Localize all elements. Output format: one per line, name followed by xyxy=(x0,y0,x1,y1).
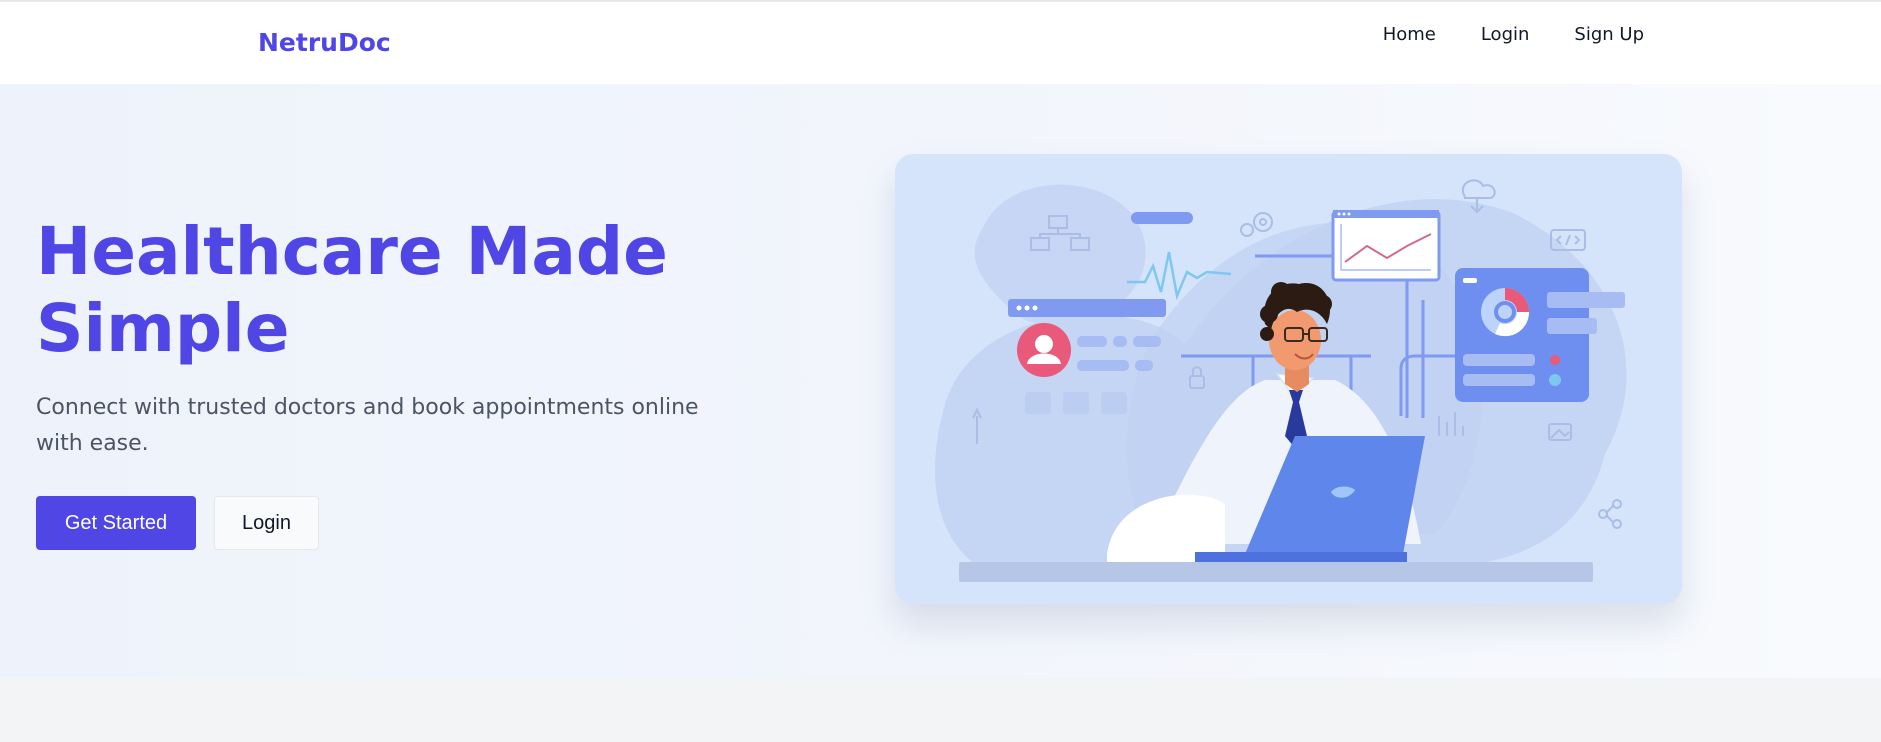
line-chart-icon xyxy=(1331,210,1441,282)
hero-title: Healthcare Made Simple xyxy=(36,213,736,367)
hero-actions: Get Started Login xyxy=(36,496,319,550)
doctor-laptop-illustration xyxy=(895,154,1682,604)
nav-login[interactable]: Login xyxy=(1481,24,1530,45)
brand-logo[interactable]: NetruDoc xyxy=(258,28,391,57)
nav-signup[interactable]: Sign Up xyxy=(1574,24,1644,45)
login-button[interactable]: Login xyxy=(214,496,319,550)
share-icon xyxy=(1598,499,1622,529)
hero-title-line1: Healthcare Made xyxy=(36,213,668,290)
hero-section: Healthcare Made Simple Connect with trus… xyxy=(0,84,1881,678)
nav-home[interactable]: Home xyxy=(1383,24,1436,45)
get-started-button[interactable]: Get Started xyxy=(36,496,196,550)
footer-band xyxy=(0,678,1881,742)
hero-subtitle: Connect with trusted doctors and book ap… xyxy=(36,395,699,456)
nav-links: Home Login Sign Up xyxy=(1383,24,1644,45)
gear-icon xyxy=(1240,212,1273,237)
navbar: NetruDoc Home Login Sign Up xyxy=(0,0,1881,84)
hero-title-line2: Simple xyxy=(36,290,290,367)
